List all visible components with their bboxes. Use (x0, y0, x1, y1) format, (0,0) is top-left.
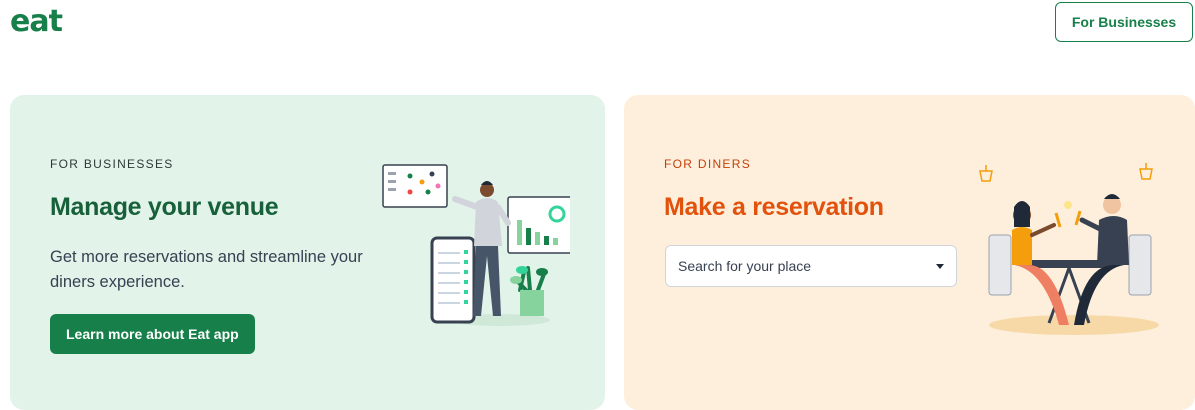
dining-couple-illustration (979, 163, 1159, 335)
business-title: Manage your venue (50, 193, 279, 221)
diner-title: Make a reservation (664, 193, 884, 221)
business-description: Get more reservations and streamline you… (50, 248, 363, 291)
business-card: FOR BUSINESSES Manage your venue Get mor… (10, 95, 605, 410)
diner-card: FOR DINERS Make a reservation Search for… (624, 95, 1195, 410)
place-search-placeholder: Search for your place (678, 258, 812, 274)
venue-management-illustration (382, 164, 570, 326)
business-eyebrow: FOR BUSINESSES (50, 157, 174, 171)
learn-more-button[interactable]: Learn more about Eat app (50, 314, 255, 354)
caret-down-icon (936, 263, 944, 269)
place-search-select[interactable]: Search for your place (665, 245, 957, 287)
for-businesses-button[interactable]: For Businesses (1055, 2, 1193, 42)
diner-eyebrow: FOR DINERS (664, 157, 752, 171)
eat-logo[interactable]: eat (10, 4, 63, 39)
